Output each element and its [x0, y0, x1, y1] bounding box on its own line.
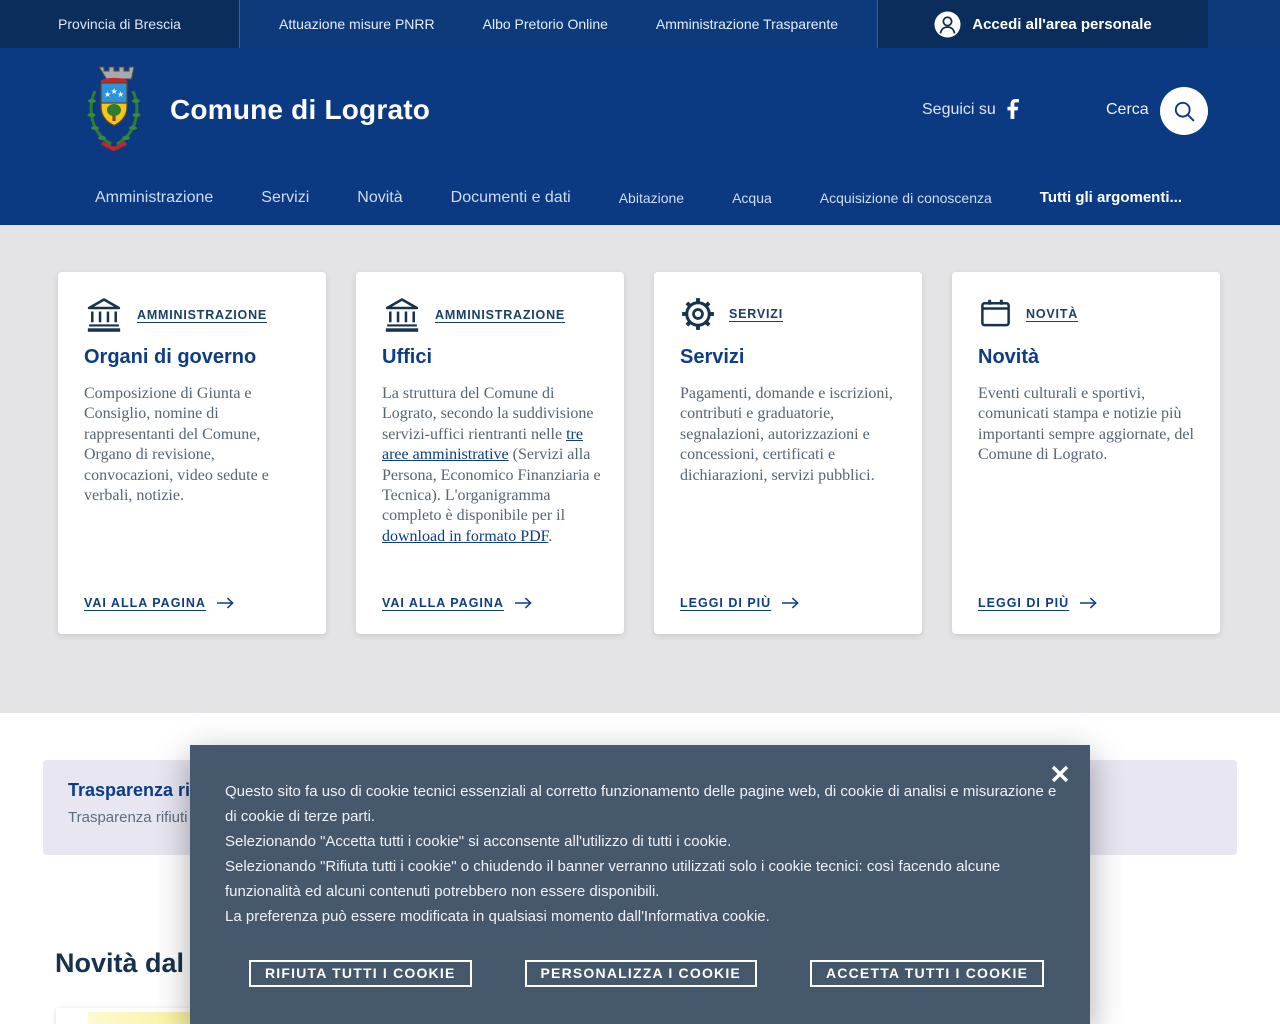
card-cta-link[interactable]: VAI ALLA PAGINA	[84, 596, 235, 610]
bank-icon	[87, 298, 121, 332]
cookie-paragraph: La preferenza può essere modificata in q…	[225, 908, 770, 925]
cookie-paragraph: Selezionando "Accetta tutti i cookie" si…	[225, 833, 732, 850]
search-button[interactable]	[1160, 87, 1208, 135]
nav-item-tutti-gli-argomenti[interactable]: Tutti gli argomenti...	[1040, 189, 1182, 206]
card-uffici: AMMINISTRAZIONE Uffici La struttura del …	[356, 272, 624, 634]
arrow-right-icon	[216, 597, 234, 609]
card-servizi: SERVIZI Servizi Pagamenti, domande e isc…	[654, 272, 922, 634]
card-description: Eventi culturali e sportivi, comunicati …	[978, 385, 1194, 464]
news-section-title: Novità dal	[55, 948, 185, 978]
card-title: Uffici	[382, 346, 432, 368]
band-subtitle: Trasparenza rifiuti	[68, 809, 188, 826]
cookie-buttons: RIFIUTA TUTTI I COOKIE PERSONALIZZA I CO…	[249, 960, 1045, 987]
nav-item-novita[interactable]: Novità	[357, 189, 402, 207]
facebook-icon[interactable]	[1004, 99, 1022, 119]
card-category-link[interactable]: AMMINISTRAZIONE	[137, 308, 267, 322]
body-text: La struttura del Comune di Lograto, seco…	[382, 385, 594, 443]
inline-link-download-pdf[interactable]: download in formato PDF	[382, 528, 548, 545]
arrow-right-icon	[1080, 597, 1097, 609]
card-title: Organi di governo	[84, 346, 257, 368]
topbar-link-albo-pretorio[interactable]: Albo Pretorio Online	[483, 16, 608, 32]
bank-icon	[385, 298, 419, 332]
customize-cookies-button[interactable]: PERSONALIZZA I COOKIE	[524, 960, 757, 987]
cookie-paragraph: Selezionando "Rifiuta tutti i cookie" o …	[225, 858, 1001, 900]
svg-text:★: ★	[117, 90, 124, 99]
card-category-link[interactable]: NOVITÀ	[1026, 307, 1078, 321]
topbar-link-pnrr[interactable]: Attuazione misure PNRR	[279, 16, 435, 32]
nav-item-abitazione[interactable]: Abitazione	[619, 190, 684, 206]
card-novita: NOVITÀ Novità Eventi culturali e sportiv…	[952, 272, 1220, 634]
accept-all-cookies-button[interactable]: ACCETTA TUTTI I COOKIE	[809, 960, 1045, 987]
nav-item-acqua[interactable]: Acqua	[732, 190, 772, 206]
card-cta-link[interactable]: LEGGI DI PIÙ	[680, 596, 800, 610]
card-description: Composizione di Giunta e Consiglio, nomi…	[84, 385, 269, 505]
card-category-link[interactable]: SERVIZI	[729, 307, 783, 321]
topbar-area-label: Provincia di Brescia	[0, 0, 240, 48]
cookie-paragraph: Questo sito fa uso di cookie tecnici ess…	[225, 783, 1057, 825]
topbar: Provincia di Brescia Attuazione misure P…	[0, 0, 1280, 48]
municipal-coat-of-arms[interactable]: ★ ★ ★	[84, 62, 144, 160]
card-organi-di-governo: AMMINISTRAZIONE Organi di governo Compos…	[58, 272, 326, 634]
gear-icon	[682, 298, 714, 330]
card-cta-link[interactable]: VAI ALLA PAGINA	[382, 596, 533, 610]
card-title: Servizi	[680, 346, 745, 368]
site-title[interactable]: Comune di Lograto	[170, 94, 430, 126]
topbar-link-amministrazione-trasparente[interactable]: Amministrazione Trasparente	[656, 16, 838, 32]
calendar-icon	[981, 299, 1010, 327]
body-text: .	[548, 527, 553, 545]
area-label: Provincia di Brescia	[58, 16, 181, 32]
cookie-banner: Questo sito fa uso di cookie tecnici ess…	[190, 745, 1090, 1024]
login-button[interactable]: Accedi all'area personale	[877, 0, 1208, 48]
card-description: La struttura del Comune di Lograto, seco…	[382, 384, 604, 547]
nav-item-documenti-e-dati[interactable]: Documenti e dati	[451, 189, 571, 207]
nav-item-servizi[interactable]: Servizi	[261, 189, 309, 207]
topbar-links: Attuazione misure PNRR Albo Pretorio Onl…	[240, 0, 877, 48]
nav-item-amministrazione[interactable]: Amministrazione	[95, 189, 213, 207]
arrow-right-icon	[782, 597, 799, 609]
nav-item-acquisizione-di-conoscenza[interactable]: Acquisizione di conoscenza	[820, 190, 992, 206]
arrow-right-icon	[514, 597, 532, 609]
login-label: Accedi all'area personale	[972, 15, 1152, 33]
search-label: Cerca	[1106, 101, 1149, 118]
main-navigation: Amministrazione Servizi Novità Documenti…	[95, 170, 1182, 225]
card-title: Novità	[978, 346, 1040, 368]
card-cta-link[interactable]: LEGGI DI PIÙ	[978, 596, 1098, 610]
site-header: ★ ★ ★ Comune di Lograto Seguici su Cerca	[0, 48, 1280, 225]
topbar-spacer	[1208, 0, 1280, 48]
page: Provincia di Brescia Attuazione misure P…	[0, 0, 1280, 1024]
card-description: Pagamenti, domande e iscrizioni, contrib…	[680, 385, 893, 484]
reject-all-cookies-button[interactable]: RIFIUTA TUTTI I COOKIE	[249, 960, 472, 987]
user-icon	[934, 10, 961, 38]
follow-label: Seguici su	[922, 101, 996, 118]
cookie-banner-text: Questo sito fa uso di cookie tecnici ess…	[225, 779, 1062, 929]
card-category-link[interactable]: AMMINISTRAZIONE	[435, 308, 565, 322]
search-icon	[1174, 101, 1195, 122]
